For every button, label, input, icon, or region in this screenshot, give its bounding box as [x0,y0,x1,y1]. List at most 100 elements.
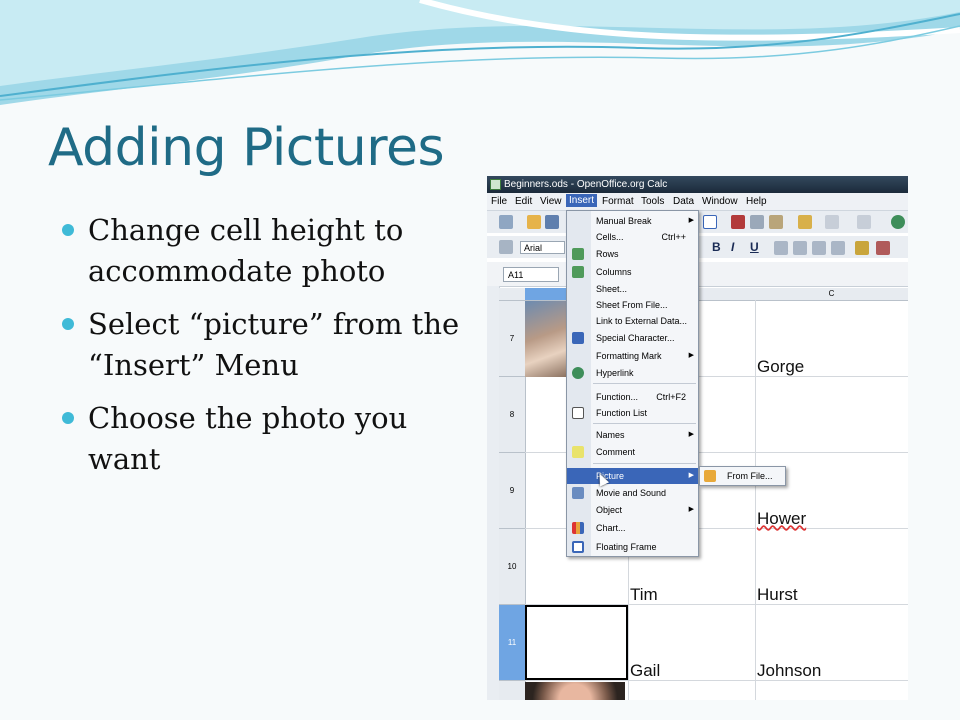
cell-b11[interactable]: Gail [630,661,660,681]
menu-item-shortcut: Ctrl++ [661,232,686,242]
menu-item-names[interactable]: Names ▶ [567,427,698,443]
bullet-dot-icon [62,318,74,330]
menu-item-link-external-data[interactable]: Link to External Data... [567,313,698,329]
new-document-icon[interactable] [499,215,513,229]
cut-icon[interactable] [731,215,745,229]
row-header-9[interactable]: 9 [499,453,526,529]
menu-insert[interactable]: Insert [566,194,598,207]
row-header-7[interactable]: 7 [499,301,526,377]
underline-button[interactable]: U [750,240,759,254]
menu-data[interactable]: Data [673,196,694,207]
currency-icon[interactable] [855,241,869,255]
menu-tools[interactable]: Tools [641,196,664,207]
align-center-icon[interactable] [793,241,807,255]
row-header-12[interactable] [499,681,526,700]
bullet-item: Select “picture” from the “Insert” Menu [60,304,470,386]
menu-help[interactable]: Help [746,196,767,207]
undo-icon[interactable] [825,215,839,229]
menu-item-movie-sound[interactable]: Movie and Sound [567,485,698,501]
menu-item-label: Sheet... [596,284,628,294]
menu-item-sheet-from-file[interactable]: Sheet From File... [567,297,698,313]
menu-item-formatting-mark[interactable]: Formatting Mark ▶ [567,348,698,364]
menu-item-floating-frame[interactable]: Floating Frame [567,539,698,555]
selected-cell-a11[interactable] [525,605,628,680]
bullet-item: Change cell height to accommodate photo [60,210,470,292]
copy-icon[interactable] [750,215,764,229]
menu-item-sheet[interactable]: Sheet... [567,281,698,297]
bullet-dot-icon [62,412,74,424]
justify-icon[interactable] [831,241,845,255]
menu-item-label: Formatting Mark [596,351,662,361]
corner-header[interactable] [499,288,526,301]
font-name-box[interactable]: Arial [520,241,565,254]
row-header-8[interactable]: 8 [499,377,526,453]
bullet-text: Change cell height to accommodate photo [88,213,404,288]
row-header-10[interactable]: 10 [499,529,526,605]
hyperlink-toolbar-icon[interactable] [891,215,905,229]
insert-menu-dropdown: Manual Break ▶ Cells... Ctrl++ Rows Colu… [566,210,699,557]
align-left-icon[interactable] [774,241,788,255]
menu-item-manual-break[interactable]: Manual Break ▶ [567,213,698,229]
name-box[interactable]: A11 [503,267,559,282]
clone-formatting-icon[interactable] [798,215,812,229]
menu-item-label: Columns [596,267,632,277]
bullet-list: Change cell height to accommodate photo … [60,210,470,492]
menu-item-label: Manual Break [596,216,652,226]
redo-icon[interactable] [857,215,871,229]
submenu-item-from-file[interactable]: From File... [727,471,773,481]
cell-c9[interactable]: Hower [757,509,806,529]
menu-item-label: Special Character... [596,333,675,343]
submenu-arrow-icon: ▶ [688,431,694,438]
menu-item-rows[interactable]: Rows [567,246,698,262]
menu-separator [593,383,696,384]
cell-c7[interactable]: Gorge [757,357,804,377]
menu-file[interactable]: File [491,196,507,207]
align-right-icon[interactable] [812,241,826,255]
menu-item-cells[interactable]: Cells... Ctrl++ [567,229,698,245]
picture-submenu: From File... [699,466,786,486]
menu-item-object[interactable]: Object ▶ [567,502,698,518]
bold-button[interactable]: B [712,240,721,254]
submenu-arrow-icon: ▶ [688,352,694,359]
cell-b10[interactable]: Tim [630,585,658,605]
cell-photo[interactable] [525,301,567,377]
italic-button[interactable]: I [731,240,734,254]
menu-item-function[interactable]: Function... Ctrl+F2 [567,389,698,405]
menu-view[interactable]: View [540,196,562,207]
menu-item-picture[interactable]: Picture ▶ [567,468,698,484]
cell-photo[interactable] [525,682,625,700]
cell-c11[interactable]: Johnson [757,661,821,681]
window-titlebar[interactable]: Beginners.ods - OpenOffice.org Calc [487,176,908,193]
calc-app-icon [490,179,501,190]
special-character-icon [572,332,584,344]
row-header-11[interactable]: 11 [499,605,526,681]
percent-icon[interactable] [876,241,890,255]
menu-item-comment[interactable]: Comment [567,444,698,460]
submenu-arrow-icon: ▶ [688,217,694,224]
paste-icon[interactable] [769,215,783,229]
slide-title: Adding Pictures [48,118,445,178]
menu-item-label: Cells... [596,232,624,242]
column-header-c[interactable]: C [755,288,908,301]
menu-item-label: Names [596,430,625,440]
menu-item-function-list[interactable]: Function List [567,405,698,421]
menu-item-columns[interactable]: Columns [567,264,698,280]
open-icon[interactable] [527,215,541,229]
menu-item-label: Floating Frame [596,542,657,552]
menu-format[interactable]: Format [602,196,634,207]
menu-item-label: Link to External Data... [596,316,688,326]
spellcheck-icon[interactable] [703,215,717,229]
menu-edit[interactable]: Edit [515,196,532,207]
rows-icon [572,248,584,260]
menu-item-special-character[interactable]: Special Character... [567,330,698,346]
menu-item-label: Comment [596,447,636,457]
menu-window[interactable]: Window [702,196,738,207]
menu-item-hyperlink[interactable]: Hyperlink [567,365,698,381]
submenu-arrow-icon: ▶ [688,506,694,513]
menu-item-chart[interactable]: Chart... [567,520,698,536]
styles-icon[interactable] [499,240,513,254]
cell-c10[interactable]: Hurst [757,585,798,605]
save-icon[interactable] [545,215,559,229]
bullet-text: Choose the photo you want [88,401,408,476]
bullet-dot-icon [62,224,74,236]
